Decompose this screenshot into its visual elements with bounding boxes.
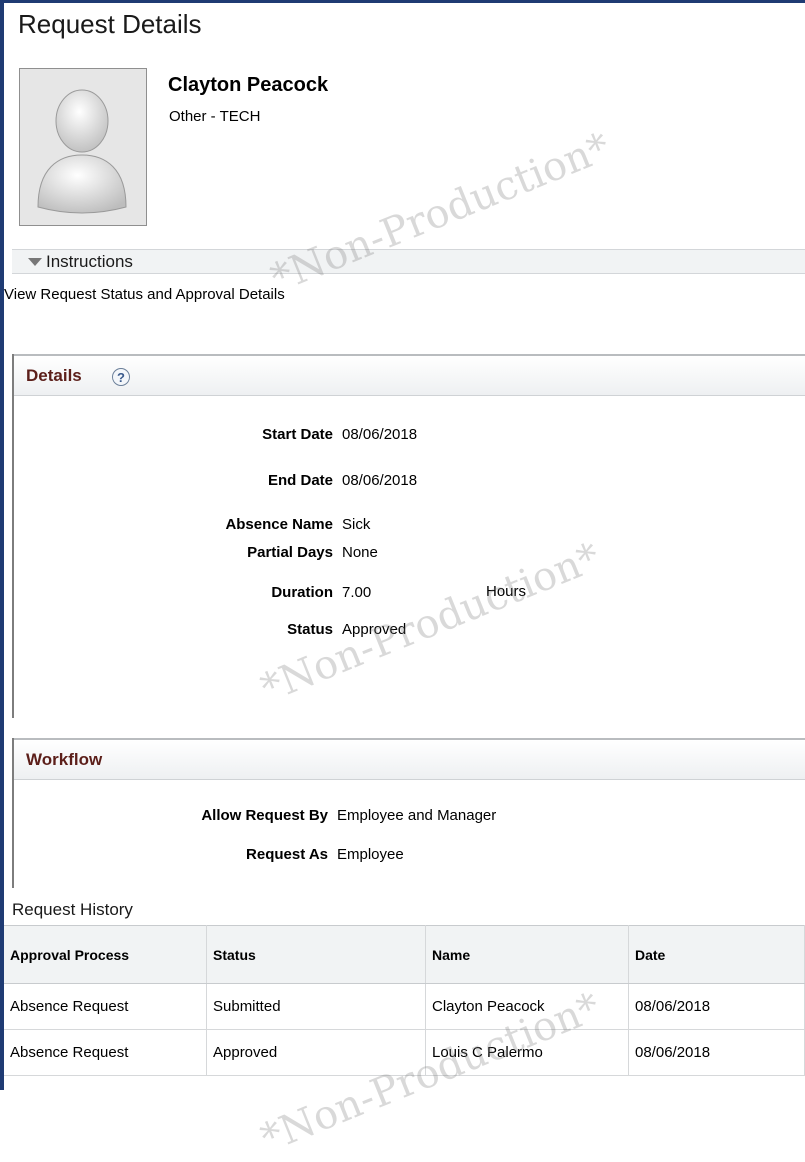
- instructions-label: Instructions: [46, 252, 133, 271]
- table-cell: Absence Request: [4, 983, 207, 1030]
- employee-department: Other - TECH: [169, 108, 261, 125]
- details-title: Details: [26, 366, 82, 385]
- table-cell: 08/06/2018: [628, 983, 805, 1030]
- column-header[interactable]: Date: [628, 925, 805, 984]
- table-cell: Submitted: [206, 983, 426, 1030]
- partial-days-value: None: [342, 544, 378, 561]
- workflow-header: Workflow: [14, 738, 805, 780]
- partial-days-label: Partial Days: [247, 544, 333, 561]
- end-date-value: 08/06/2018: [342, 472, 418, 489]
- employee-photo: [19, 68, 147, 226]
- end-date-label: End Date: [267, 472, 333, 489]
- page-title: Request Details: [18, 9, 202, 39]
- duration-unit: Hours: [486, 583, 527, 600]
- table-row: Absence Request Submitted Clayton Peacoc…: [4, 983, 805, 1030]
- start-date-label: Start Date: [262, 426, 333, 443]
- table-cell: Approved: [206, 1029, 426, 1076]
- request-as-value: Employee: [337, 846, 404, 863]
- employee-name: Clayton Peacock: [168, 74, 329, 96]
- duration-label: Duration: [271, 584, 333, 601]
- absence-name-value: Sick: [342, 516, 371, 533]
- column-header[interactable]: Name: [425, 925, 629, 984]
- start-date-value: 08/06/2018: [342, 426, 418, 443]
- request-history-title: Request History: [12, 900, 133, 919]
- table-cell: Absence Request: [4, 1029, 207, 1076]
- instructions-text: View Request Status and Approval Details: [4, 286, 285, 303]
- person-silhouette-icon: [37, 89, 127, 214]
- details-header: Details ?: [14, 354, 805, 396]
- absence-name-label: Absence Name: [225, 516, 333, 533]
- request-as-label: Request As: [246, 846, 328, 863]
- table-header-row: Approval Process Status Name Date: [4, 925, 805, 984]
- column-header[interactable]: Approval Process: [4, 925, 207, 984]
- duration-value: 7.00: [342, 584, 372, 601]
- workflow-title: Workflow: [26, 750, 103, 769]
- details-section: Details ?: [12, 354, 805, 718]
- window-frame-top: [0, 0, 805, 3]
- help-icon[interactable]: ?: [112, 368, 130, 386]
- table-cell: 08/06/2018: [628, 1029, 805, 1076]
- table-cell: Louis C Palermo: [425, 1029, 629, 1076]
- table-row: Absence Request Approved Louis C Palermo…: [4, 1029, 805, 1076]
- allow-request-by-value: Employee and Manager: [337, 807, 497, 824]
- table-cell: Clayton Peacock: [425, 983, 629, 1030]
- instructions-toggle[interactable]: Instructions: [12, 249, 805, 274]
- collapse-triangle-icon: [28, 258, 42, 266]
- status-value: Approved: [342, 621, 407, 638]
- status-label: Status: [287, 621, 333, 638]
- allow-request-by-label: Allow Request By: [201, 807, 328, 824]
- request-history-table: Approval Process Status Name Date Absenc…: [4, 925, 805, 1076]
- column-header[interactable]: Status: [206, 925, 426, 984]
- watermark: *Non-Production*: [264, 124, 617, 302]
